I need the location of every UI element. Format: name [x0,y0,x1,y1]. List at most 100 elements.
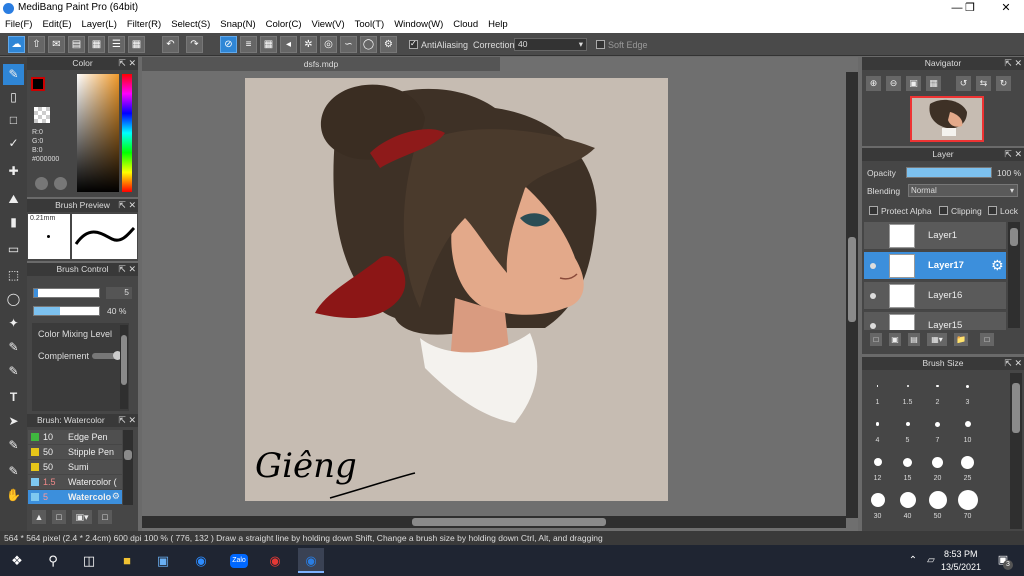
canvas-horizontal-scrollbar[interactable] [142,516,846,528]
eraser-tool-icon[interactable]: ▯ [3,87,24,108]
transparent-color-icon[interactable] [34,107,50,123]
circle-snap-icon[interactable]: ◯ [360,36,377,53]
flip-icon[interactable]: ⇆ [976,76,991,91]
menu-edit[interactable]: Edit(E) [37,17,76,30]
navigator-thumbnail[interactable] [910,96,984,142]
concentric-snap-icon[interactable]: ◎ [320,36,337,53]
saturation-value-picker[interactable] [77,74,119,192]
divide-tool-icon[interactable]: ✎ [3,435,24,456]
panel-close-icon[interactable]: ⇱ ✕ [1004,148,1022,161]
gear-icon[interactable]: ⚙ [112,491,120,502]
chrome-icon[interactable]: ◉ [262,548,288,573]
color-history-icon[interactable] [54,177,67,190]
folder-icon[interactable]: 📁 [954,333,968,346]
menu-help[interactable]: Help [483,17,513,30]
notification-icon[interactable]: ▣ [990,548,1016,573]
complement-slider[interactable] [92,351,122,360]
magic-wand-icon[interactable]: ✦ [3,313,24,334]
selection-pen-icon[interactable]: ✓ [3,133,24,154]
layer-row[interactable]: Layer16 [864,282,1006,310]
brush-delete-icon[interactable]: □ [98,510,112,524]
curve-snap-icon[interactable]: ∽ [340,36,357,53]
brush-size-option[interactable]: 1 [863,373,892,406]
brush-list-scrollbar[interactable] [123,430,133,505]
file-explorer-icon[interactable]: ■ [114,548,140,573]
brush-opacity-slider[interactable] [33,306,100,316]
lock-checkbox[interactable] [988,206,997,215]
actual-size-icon[interactable]: ▦ [926,76,941,91]
radial-snap-icon[interactable]: ✲ [300,36,317,53]
message-icon[interactable]: ▤ [68,36,85,53]
delete-layer-icon[interactable]: □ [980,333,994,346]
panel-close-icon[interactable]: ⇱ ✕ [118,199,136,212]
lasso-tool-icon[interactable]: ◯ [3,289,24,310]
brush-size-option[interactable]: 4 [863,411,892,444]
layer-row[interactable]: Layer17 ⚙ [864,252,1006,280]
brush-size-option[interactable]: 12 [863,449,892,482]
text-tool-icon[interactable]: T [3,387,24,408]
menu-cloud[interactable]: Cloud [448,17,483,30]
drawing-canvas[interactable]: Giêng [245,78,668,501]
new-layer-icon[interactable]: □ [870,333,882,346]
brush-size-option[interactable]: 50 [923,487,952,520]
foreground-color-swatch[interactable] [31,77,45,91]
zoom-in-icon[interactable]: ⊕ [866,76,881,91]
medibang-taskbar-icon[interactable]: ◉ [298,548,324,573]
brush-tool-icon[interactable]: ✎ [3,64,24,85]
zoom-app-icon[interactable]: ◉ [188,548,214,573]
gear-icon[interactable]: ⚙ [991,257,1004,274]
panel-close-icon[interactable]: ⇱ ✕ [118,414,136,427]
windows-start-icon[interactable]: ❖ [4,548,30,573]
share-icon[interactable]: ⇧ [28,36,45,53]
close-button[interactable]: ✕ [989,0,1023,17]
store-icon[interactable]: ▣ [150,548,176,573]
palette-icon[interactable] [35,177,48,190]
menu-filter[interactable]: Filter(R) [122,17,166,30]
menu-select[interactable]: Select(S) [166,17,215,30]
eye-icon[interactable] [870,323,876,329]
clipping-checkbox[interactable] [939,206,948,215]
undo-icon[interactable]: ↶ [162,36,179,53]
correction-dropdown[interactable]: 40 ▾ [514,38,587,51]
fit-screen-icon[interactable]: ▣ [906,76,921,91]
select-eraser-icon[interactable]: ✎ [3,361,24,382]
brush-size-option[interactable]: 70 [953,487,982,520]
brush-item-watercolor-1[interactable]: 1.5 Watercolor ( [28,475,122,489]
brush-size-option[interactable]: 3 [953,373,982,406]
select-pen-icon[interactable]: ✎ [3,337,24,358]
redo-icon[interactable]: ↷ [186,36,203,53]
panel-close-icon[interactable]: ⇱ ✕ [118,263,136,276]
soft-edge-checkbox[interactable] [596,40,605,49]
brush-size-option[interactable]: 30 [863,487,892,520]
task-view-icon[interactable]: ◫ [76,548,102,573]
list-icon[interactable]: ☰ [108,36,125,53]
gradient-tool-icon[interactable]: ▭ [3,239,24,260]
brush-size-option[interactable]: 40 [893,487,922,520]
rotate-right-icon[interactable]: ↻ [996,76,1011,91]
select-tool-icon[interactable]: ⬚ [3,265,24,286]
panel-close-icon[interactable]: ⇱ ✕ [1004,357,1022,370]
halftone-layer-icon[interactable]: ▤ [908,333,920,346]
document-tab[interactable]: dsfs.mdp [142,57,500,71]
dot-tool-icon[interactable]: □ [3,110,24,131]
move-tool-icon[interactable]: ✚ [3,161,24,182]
brush-size-option[interactable]: 2 [923,373,952,406]
brush-size-option[interactable]: 15 [893,449,922,482]
canvas-vertical-scrollbar[interactable] [846,72,858,518]
brush-control-scrollbar[interactable] [120,325,128,409]
layer-row[interactable]: Layer15 [864,312,1006,330]
menu-window[interactable]: Window(W) [389,17,448,30]
antialiasing-checkbox[interactable] [409,39,418,49]
search-icon[interactable]: ⚲ [40,548,66,573]
menu-snap[interactable]: Snap(N) [215,17,260,30]
brush-size-value[interactable]: 5 [106,287,132,299]
grid-icon[interactable]: ▦ [128,36,145,53]
eye-icon[interactable] [870,263,876,269]
comment-icon[interactable]: ✉ [48,36,65,53]
brush-size-option[interactable]: 10 [953,411,982,444]
fill-tool-icon[interactable]: ⛰ [3,189,24,210]
maximize-button[interactable]: ❐ [953,0,987,17]
menu-layer[interactable]: Layer(L) [77,17,122,30]
menu-file[interactable]: File(F) [0,17,37,30]
brush-size-scrollbar[interactable] [1010,373,1022,529]
